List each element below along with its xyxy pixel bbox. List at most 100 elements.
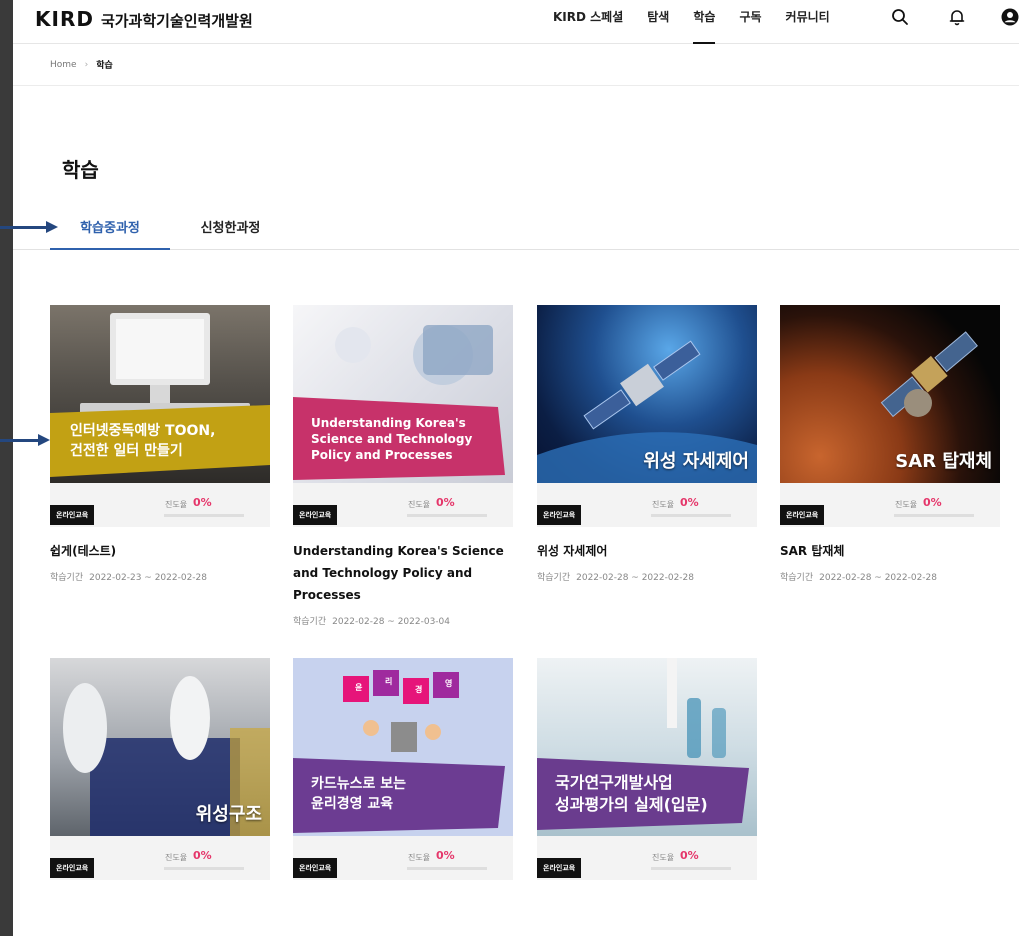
course-tabs: 학습중과정 신청한과정 — [13, 210, 1019, 250]
course-info-bar: 온라인교육 진도율 0% — [293, 483, 513, 527]
breadcrumb-home[interactable]: Home — [50, 60, 77, 70]
progress-bar — [407, 514, 487, 517]
thumbnail-text: SAR 탑재체 — [895, 451, 992, 472]
progress-bar — [651, 867, 731, 870]
progress-value: 0% — [680, 849, 699, 862]
nav-item-community[interactable]: 커뮤니티 — [786, 0, 830, 44]
course-period-dates: 2022-02-28 ~ 2022-02-28 — [819, 573, 937, 583]
course-thumbnail[interactable]: 위성구조 — [50, 658, 270, 836]
course-thumbnail[interactable]: SAR 탑재체 — [780, 305, 1000, 483]
main-nav: KIRD 스페셜 탐색 학습 구독 커뮤니티 — [553, 0, 854, 44]
course-thumbnail[interactable]: 국가연구개발사업 성과평가의 실제(입문) — [537, 658, 757, 836]
course-card[interactable]: 위성구조 온라인교육 진도율 0% — [50, 658, 270, 880]
course-type-badge: 온라인교육 — [50, 858, 95, 878]
course-info-bar: 온라인교육 진도율 0% — [50, 836, 270, 880]
progress-value: 0% — [193, 496, 212, 509]
progress-label: 진도율 — [652, 853, 675, 862]
course-period-dates: 2022-02-23 ~ 2022-02-28 — [89, 573, 207, 583]
progress-label: 진도율 — [652, 500, 675, 509]
course-title[interactable]: 쉽게(테스트) — [50, 540, 270, 562]
thumbnail-text: Understanding Korea's Science and Techno… — [311, 416, 473, 462]
thumbnail-letter: 경 — [415, 685, 423, 694]
course-title[interactable]: SAR 탑재체 — [780, 540, 1000, 562]
course-thumbnail[interactable]: Understanding Korea's Science and Techno… — [293, 305, 513, 483]
annotation-arrow-icon — [0, 434, 50, 446]
progress-label: 진도율 — [408, 500, 431, 509]
logo-mark: KIRD — [35, 7, 94, 31]
site-logo[interactable]: KIRD 국가과학기술인력개발원 — [35, 7, 253, 31]
course-info-bar: 온라인교육 진도율 0% — [293, 836, 513, 880]
progress-label: 진도율 — [165, 500, 188, 509]
chevron-right-icon: › — [84, 59, 89, 70]
course-info-bar: 온라인교육 진도율 0% — [537, 483, 757, 527]
course-type-badge: 온라인교육 — [50, 505, 95, 525]
window-edge — [0, 0, 13, 936]
progress-bar — [164, 514, 244, 517]
thumbnail-text: 위성구조 — [195, 804, 262, 825]
thumbnail-text: 인터넷중독예방 TOON, 건전한 일터 만들기 — [70, 423, 216, 459]
nav-item-subscribe[interactable]: 구독 — [739, 0, 761, 44]
course-period-label: 학습기간 — [780, 573, 814, 583]
progress-value: 0% — [680, 496, 699, 509]
user-icon[interactable] — [1001, 8, 1019, 26]
course-type-badge: 온라인교육 — [293, 858, 338, 878]
course-period: 학습기간 2022-02-28 ~ 2022-03-04 — [293, 614, 513, 627]
annotation-arrow-icon — [0, 221, 58, 233]
course-type-badge: 온라인교육 — [780, 505, 825, 525]
thumbnail-letter: 영 — [445, 679, 453, 688]
thumbnail-text: 위성 자세제어 — [643, 451, 749, 472]
progress-bar — [164, 867, 244, 870]
nav-item-explore[interactable]: 탐색 — [647, 0, 669, 44]
search-icon[interactable] — [891, 8, 909, 26]
course-type-badge: 온라인교육 — [537, 505, 582, 525]
course-period: 학습기간 2022-02-28 ~ 2022-02-28 — [780, 570, 1000, 583]
progress-bar — [894, 514, 974, 517]
thumbnail-letter: 리 — [385, 677, 393, 686]
course-period-dates: 2022-02-28 ~ 2022-03-04 — [332, 617, 450, 627]
course-card[interactable]: 국가연구개발사업 성과평가의 실제(입문) 온라인교육 진도율 0% — [537, 658, 757, 880]
course-period-label: 학습기간 — [293, 617, 327, 627]
breadcrumb: Home › 학습 — [13, 44, 1019, 86]
progress-label: 진도율 — [165, 853, 188, 862]
thumbnail-letter: 윤 — [355, 683, 363, 692]
course-title[interactable]: Understanding Korea's Science and Techno… — [293, 540, 513, 606]
course-card[interactable]: 인터넷중독예방 TOON, 건전한 일터 만들기 온라인교육 진도율 0% 쉽게… — [50, 305, 270, 583]
progress-bar — [651, 514, 731, 517]
course-period-label: 학습기간 — [50, 573, 84, 583]
progress-value: 0% — [193, 849, 212, 862]
course-period: 학습기간 2022-02-28 ~ 2022-02-28 — [537, 570, 757, 583]
progress-label: 진도율 — [895, 500, 918, 509]
bell-icon[interactable] — [948, 8, 966, 26]
course-thumbnail[interactable]: 위성 자세제어 — [537, 305, 757, 483]
course-period: 학습기간 2022-02-23 ~ 2022-02-28 — [50, 570, 270, 583]
thumbnail-text: 카드뉴스로 보는 윤리경영 교육 — [311, 776, 407, 812]
course-card[interactable]: SAR 탑재체 온라인교육 진도율 0% SAR 탑재체 학습기간 2022-02… — [780, 305, 1000, 583]
course-period-label: 학습기간 — [537, 573, 571, 583]
course-card[interactable]: 위성 자세제어 온라인교육 진도율 0% 위성 자세제어 학습기간 2022-02… — [537, 305, 757, 583]
thumbnail-text: 국가연구개발사업 성과평가의 실제(입문) — [555, 773, 708, 814]
course-card[interactable]: 윤 리 경 영 카드뉴스로 보는 윤리경영 교육 온라인교육 진도율 0% — [293, 658, 513, 880]
nav-item-kird-special[interactable]: KIRD 스페셜 — [553, 0, 623, 44]
progress-value: 0% — [923, 496, 942, 509]
course-type-badge: 온라인교육 — [537, 858, 582, 878]
course-card[interactable]: Understanding Korea's Science and Techno… — [293, 305, 513, 627]
tab-in-progress[interactable]: 학습중과정 — [50, 210, 170, 250]
course-info-bar: 온라인교육 진도율 0% — [50, 483, 270, 527]
course-info-bar: 온라인교육 진도율 0% — [537, 836, 757, 880]
logo-text: 국가과학기술인력개발원 — [100, 12, 253, 30]
course-type-badge: 온라인교육 — [293, 505, 338, 525]
course-period-dates: 2022-02-28 ~ 2022-02-28 — [576, 573, 694, 583]
site-header: KIRD 국가과학기술인력개발원 KIRD 스페셜 탐색 학습 구독 커뮤니티 — [13, 0, 1019, 44]
breadcrumb-current: 학습 — [96, 61, 113, 71]
tab-applied[interactable]: 신청한과정 — [178, 210, 283, 250]
course-thumbnail[interactable]: 인터넷중독예방 TOON, 건전한 일터 만들기 — [50, 305, 270, 483]
page-title: 학습 — [62, 158, 99, 182]
course-info-bar: 온라인교육 진도율 0% — [780, 483, 1000, 527]
progress-label: 진도율 — [408, 853, 431, 862]
course-thumbnail[interactable]: 윤 리 경 영 카드뉴스로 보는 윤리경영 교육 — [293, 658, 513, 836]
progress-value: 0% — [436, 496, 455, 509]
progress-value: 0% — [436, 849, 455, 862]
progress-bar — [407, 867, 487, 870]
nav-item-learning[interactable]: 학습 — [693, 0, 716, 44]
course-title[interactable]: 위성 자세제어 — [537, 540, 757, 562]
